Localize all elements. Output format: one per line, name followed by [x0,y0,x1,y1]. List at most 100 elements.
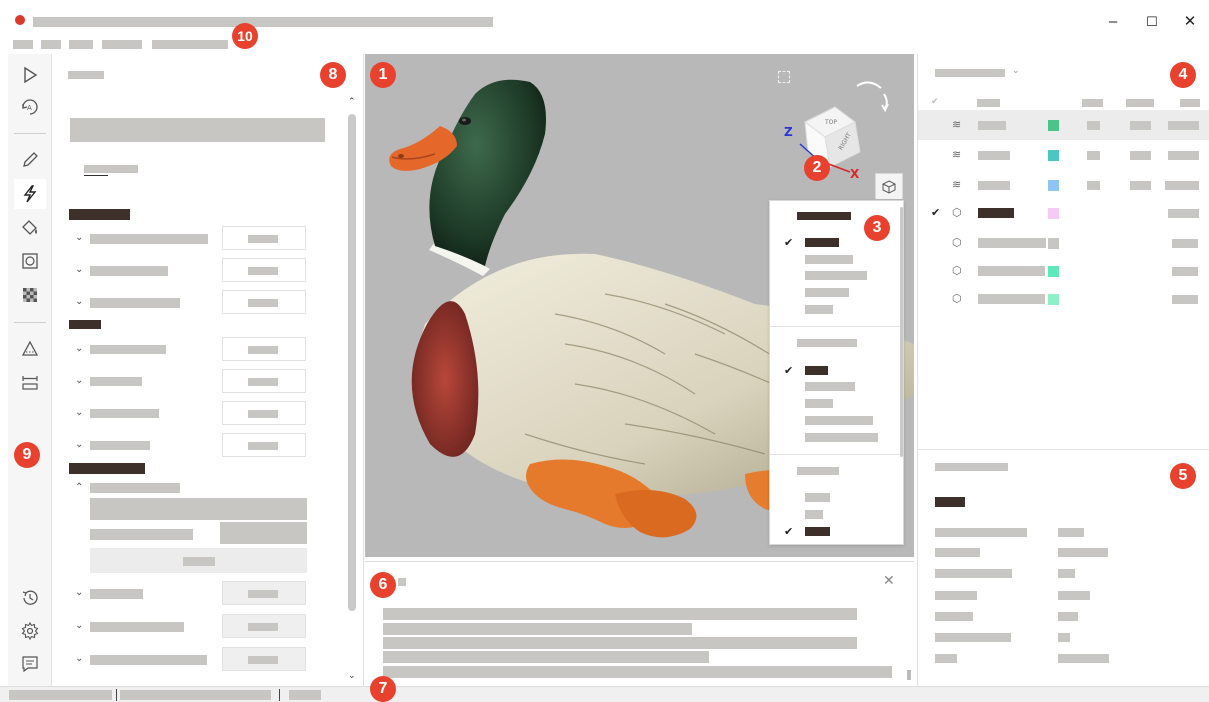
scrollbar-thumb[interactable] [348,114,356,611]
info-value [1058,612,1078,621]
close-button[interactable]: ✕ [1180,12,1200,32]
property-label [90,298,180,308]
info-value [1058,633,1070,642]
chevron-down-icon[interactable]: ⌄ [75,653,83,664]
property-field[interactable] [222,401,306,425]
menu-option[interactable] [805,493,830,502]
color-swatch[interactable] [1048,150,1059,161]
menu-option-selected[interactable] [805,238,839,247]
scene-dropdown[interactable] [935,69,1005,77]
texture-icon[interactable] [14,246,46,276]
property-field[interactable] [222,258,306,282]
menu-item-3[interactable] [69,40,93,49]
feedback-icon[interactable] [14,649,46,679]
fit-view-icon[interactable] [778,71,790,83]
object-row[interactable]: ✔ ⬡ [918,198,1209,228]
menu-option-selected[interactable] [805,366,828,375]
info-label [935,528,1027,537]
paint-bucket-icon[interactable] [14,213,46,243]
object-row[interactable]: ⬡ [918,256,1209,286]
menu-option[interactable] [805,305,833,314]
history-icon[interactable] [14,583,46,613]
chevron-down-icon[interactable]: ⌄ [75,232,83,243]
viewcube-top-label[interactable]: TOP [824,119,837,126]
close-icon[interactable]: ✕ [883,572,895,589]
console-scrollbar[interactable] [907,670,911,680]
menu-scrollbar[interactable] [900,207,903,457]
chevron-down-icon[interactable]: ⌄ [75,439,83,450]
settings-icon[interactable] [14,616,46,646]
color-swatch[interactable] [1048,120,1059,131]
menu-item-4[interactable] [102,40,142,49]
menu-option[interactable] [805,433,878,442]
color-swatch[interactable] [1048,238,1059,249]
color-swatch[interactable] [1048,180,1059,191]
chevron-down-icon[interactable]: ⌄ [75,375,83,386]
chevron-down-icon[interactable]: ⌄ [75,407,83,418]
pencil-icon[interactable] [14,145,46,175]
menu-option[interactable] [805,416,873,425]
callout-badge-1: 1 [370,62,396,88]
object-row[interactable]: ≋ [918,140,1209,170]
scroll-up-icon[interactable]: ⌃ [348,96,356,107]
menu-option[interactable] [805,271,867,280]
section-link[interactable] [84,165,138,173]
menu-item-5[interactable] [152,40,228,49]
column-header[interactable] [1126,99,1154,107]
menu-option[interactable] [805,382,855,391]
object-row[interactable]: ⬡ [918,228,1209,258]
column-header-name[interactable] [977,99,1000,107]
menu-item-2[interactable] [41,40,61,49]
column-header[interactable] [1082,99,1103,107]
property-field[interactable] [222,647,306,671]
measure-triangle-icon[interactable] [14,334,46,364]
property-field[interactable] [222,226,306,250]
menu-option[interactable] [805,510,823,519]
callout-badge-4: 4 [1170,62,1196,88]
chevron-down-icon[interactable]: ⌄ [1012,65,1020,76]
object-row[interactable]: ≋ [918,170,1209,200]
play-icon[interactable] [14,60,46,90]
check-icon[interactable]: ✔ [931,206,940,219]
color-swatch[interactable] [1048,208,1059,219]
axis-x-label: X [850,167,860,181]
check-all-icon[interactable]: ✔ [931,96,939,107]
maximize-button[interactable]: ☐ [1142,12,1162,32]
scroll-down-icon[interactable]: ⌄ [348,670,356,681]
property-field[interactable] [222,369,306,393]
auto-rotate-icon[interactable]: A [14,92,46,122]
color-swatch[interactable] [1048,266,1059,277]
ruler-icon[interactable] [14,367,46,397]
color-swatch[interactable] [1048,294,1059,305]
menu-option-selected[interactable] [805,527,830,536]
chevron-down-icon[interactable]: ⌄ [75,620,83,631]
expanded-field[interactable] [90,498,307,520]
menu-option[interactable] [805,288,849,297]
view-cube[interactable]: TOP RIGHT Z X [780,102,880,182]
object-row[interactable]: ⬡ [918,284,1209,314]
property-field[interactable] [222,290,306,314]
property-field[interactable] [222,581,306,605]
panel-scrollbar[interactable]: ⌃ ⌄ [345,94,359,684]
menu-option[interactable] [805,255,853,264]
property-field[interactable] [222,433,306,457]
property-label [90,483,180,493]
checker-icon[interactable] [14,280,46,310]
chevron-up-icon[interactable]: ⌃ [75,482,83,493]
property-field[interactable] [220,522,307,544]
column-header[interactable] [1180,99,1200,107]
title-bar: – ☐ ✕ [0,0,1209,36]
chevron-down-icon[interactable]: ⌄ [75,296,83,307]
chevron-down-icon[interactable]: ⌄ [75,587,83,598]
minimize-button[interactable]: – [1103,12,1123,32]
property-field[interactable] [222,337,306,361]
menu-option[interactable] [805,399,833,408]
lightning-icon[interactable] [14,179,46,209]
property-field[interactable] [222,614,306,638]
panel-header-field[interactable] [70,118,325,142]
chevron-down-icon[interactable]: ⌄ [75,343,83,354]
object-row[interactable]: ≋ [918,110,1209,140]
menu-item-1[interactable] [13,40,33,49]
chevron-down-icon[interactable]: ⌄ [75,264,83,275]
view-options-button[interactable] [875,173,903,199]
